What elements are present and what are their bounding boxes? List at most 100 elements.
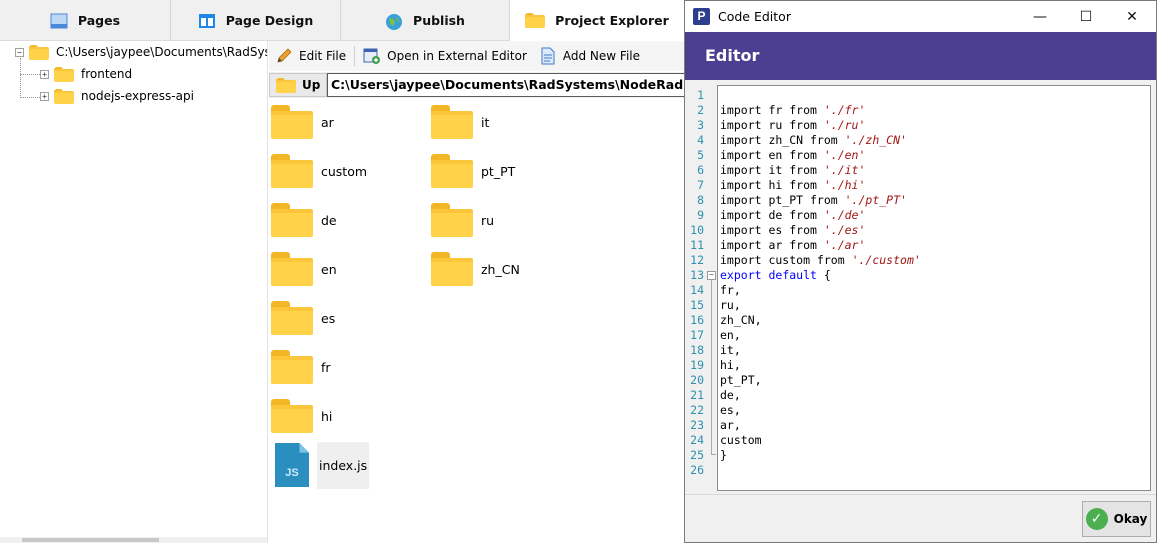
open-external-editor-button[interactable]: Open in External Editor	[357, 43, 533, 69]
code-editor-window: P Code Editor — ☐ ✕ Editor 1 2 3 4 5 6 7 8 9 10 11…	[684, 0, 1157, 543]
line-number: 22	[690, 403, 704, 417]
folder-item-pt-pt[interactable]: pt_PT	[431, 151, 515, 191]
line-number: 18	[690, 343, 704, 357]
tree-item-nodejs-express-api[interactable]: + nodejs-express-api	[40, 86, 194, 106]
external-editor-icon	[363, 47, 381, 65]
app-logo-icon: P	[693, 8, 710, 25]
code-text[interactable]: import fr from './fr' import ru from './r…	[720, 88, 1148, 478]
file-name: index.js	[317, 441, 370, 489]
folder-icon	[271, 399, 313, 433]
close-button[interactable]: ✕	[1109, 1, 1155, 32]
code-line: ar,	[720, 418, 741, 432]
project-tree[interactable]: − C:\Users\jaypee\Documents\RadSystems\N…	[0, 41, 268, 543]
line-number: 12	[690, 253, 704, 267]
code-line: import en from './en'	[720, 148, 866, 162]
okay-button[interactable]: ✓ Okay	[1082, 501, 1151, 537]
minimize-button[interactable]: —	[1017, 1, 1063, 32]
file-name: es	[321, 310, 336, 326]
line-number: 3	[697, 118, 704, 132]
code-line: import hi from './hi'	[720, 178, 866, 192]
line-number: 20	[690, 373, 704, 387]
folder-item-de[interactable]: de	[271, 200, 337, 240]
file-name: en	[321, 261, 337, 277]
tab-pages[interactable]: Pages	[0, 0, 171, 41]
folder-item-hi[interactable]: hi	[271, 396, 332, 436]
file-name: hi	[321, 408, 333, 424]
globe-icon	[385, 13, 403, 30]
editor-footer: ✓ Okay	[685, 494, 1156, 542]
line-number: 26	[690, 463, 704, 477]
pencil-icon	[275, 47, 293, 65]
folder-item-ru[interactable]: ru	[431, 200, 494, 240]
folder-item-fr[interactable]: fr	[271, 347, 331, 387]
folder-icon	[271, 105, 313, 139]
collapse-block-icon[interactable]: −	[707, 271, 716, 280]
code-line: import pt_PT from './pt_PT'	[720, 193, 907, 207]
folder-item-custom[interactable]: custom	[271, 151, 367, 191]
line-number: 5	[697, 148, 704, 162]
line-number: 4	[697, 133, 704, 147]
line-number: 23	[690, 418, 704, 432]
edit-file-label: Edit File	[299, 49, 347, 63]
current-path-field[interactable]: C:\Users\jaypee\Documents\RadSystems\Nod…	[327, 73, 689, 97]
open-external-label: Open in External Editor	[387, 49, 527, 63]
code-line: import de from './de'	[720, 208, 866, 222]
line-number: 2	[697, 103, 704, 117]
up-button-label: Up	[302, 78, 321, 92]
code-line: es,	[720, 403, 741, 417]
maximize-button[interactable]: ☐	[1063, 1, 1109, 32]
tree-horizontal-scrollbar[interactable]	[0, 537, 267, 543]
file-list: ar custom de en es fr hi JS index.js it …	[269, 98, 689, 543]
checkmark-icon: ✓	[1085, 508, 1108, 530]
window-title-bar[interactable]: P Code Editor — ☐ ✕	[685, 1, 1156, 32]
tree-root[interactable]: − C:\Users\jaypee\Documents\RadSystems\N…	[15, 42, 267, 62]
js-icon-text: JS	[285, 467, 299, 479]
tab-label: Project Explorer	[555, 13, 669, 28]
add-new-file-button[interactable]: Add New File	[533, 43, 646, 69]
line-number: 19	[690, 358, 704, 372]
code-line: ru,	[720, 298, 741, 312]
tab-publish[interactable]: Publish	[341, 0, 510, 41]
folder-icon	[525, 12, 546, 29]
file-name: it	[481, 114, 490, 130]
folder-item-es[interactable]: es	[271, 298, 335, 338]
line-number: 17	[690, 328, 704, 342]
line-number: 21	[690, 388, 704, 402]
file-name: ar	[321, 114, 334, 130]
line-number: 15	[690, 298, 704, 312]
folder-icon	[431, 154, 473, 188]
file-item-index-js[interactable]: JS index.js	[271, 441, 370, 489]
pages-icon	[50, 13, 68, 29]
fold-margin: −	[707, 88, 717, 494]
tree-root-label: C:\Users\jaypee\Documents\RadSystems\Nod…	[56, 45, 267, 59]
expand-icon[interactable]: +	[40, 69, 49, 79]
folder-item-zh-cn[interactable]: zh_CN	[431, 249, 520, 289]
layout-icon	[198, 13, 216, 29]
code-line: import ru from './ru'	[720, 118, 866, 132]
folder-icon	[271, 252, 313, 286]
scrollbar-thumb[interactable]	[22, 538, 159, 542]
new-file-icon	[539, 47, 557, 65]
folder-item-en[interactable]: en	[271, 249, 337, 289]
edit-file-button[interactable]: Edit File	[269, 43, 352, 69]
folder-item-ar[interactable]: ar	[271, 102, 334, 142]
collapse-icon[interactable]: −	[15, 47, 24, 57]
folder-icon	[271, 350, 313, 384]
js-file-icon: JS	[271, 443, 313, 487]
tab-project-explorer[interactable]: Project Explorer	[510, 0, 685, 42]
tab-page-design[interactable]: Page Design	[171, 0, 341, 41]
folder-item-it[interactable]: it	[431, 102, 489, 142]
line-number: 6	[697, 163, 704, 177]
code-line: hi,	[720, 358, 741, 372]
editor-header: Editor	[685, 32, 1156, 80]
up-button[interactable]: Up	[269, 73, 327, 97]
line-number: 1	[697, 88, 704, 102]
tab-label: Page Design	[225, 13, 314, 28]
tree-item-frontend[interactable]: + frontend	[40, 64, 132, 84]
folder-icon	[271, 154, 313, 188]
tab-label: Pages	[77, 13, 121, 28]
code-line: it,	[720, 343, 741, 357]
file-name: custom	[321, 163, 368, 179]
expand-icon[interactable]: +	[40, 91, 49, 101]
